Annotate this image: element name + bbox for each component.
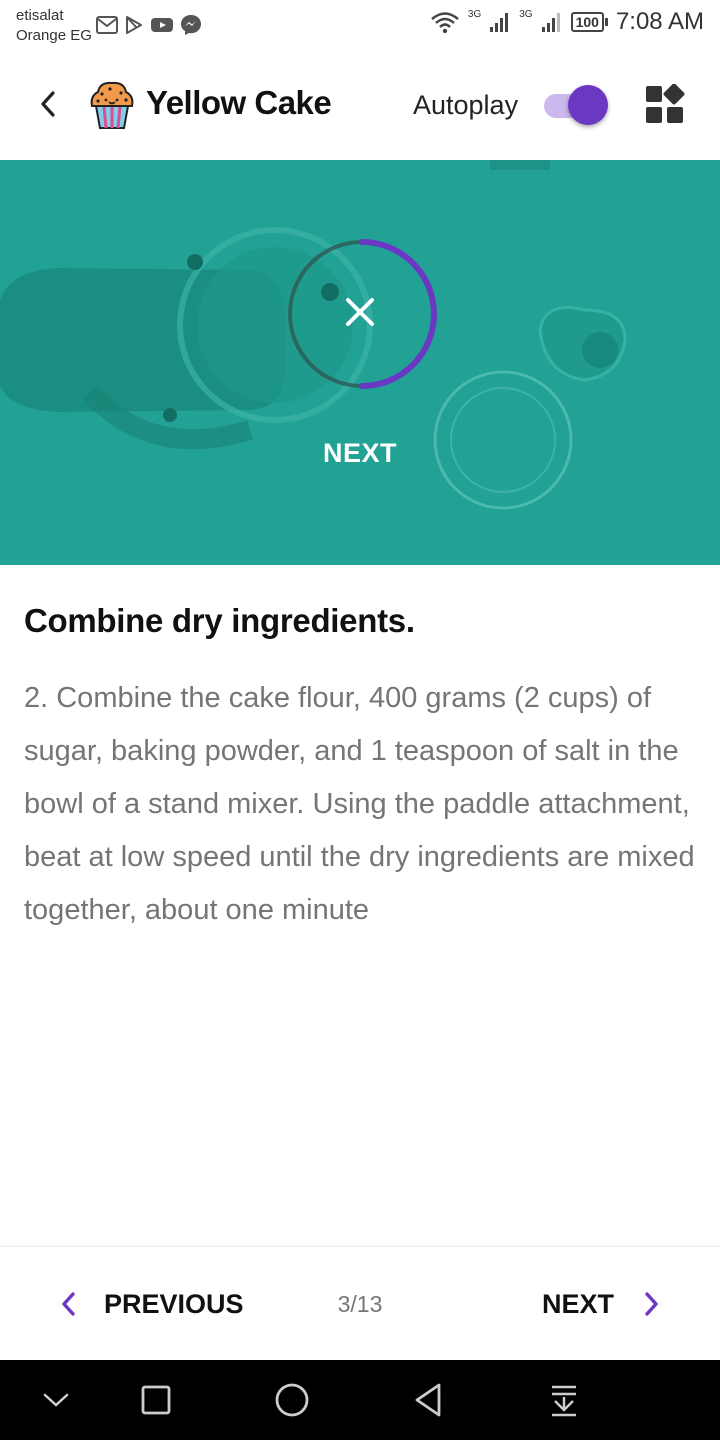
youtube-icon (151, 18, 173, 32)
cupcake-icon (90, 81, 134, 129)
chevron-down-icon[interactable] (36, 1380, 76, 1420)
hero-next-button[interactable]: NEXT (0, 438, 720, 469)
notification-pull-icon[interactable] (544, 1380, 584, 1420)
back-arrow-icon (41, 91, 55, 117)
signal-icon (490, 13, 509, 32)
carrier-name: etisalat Orange EG (16, 6, 92, 46)
network-type-2: 3G (519, 8, 533, 20)
battery-icon: 100 (570, 12, 608, 32)
system-navigation-bar (0, 1360, 720, 1440)
toggle-knob (568, 85, 608, 125)
messenger-icon (181, 15, 201, 35)
back-icon[interactable] (408, 1380, 448, 1420)
wifi-icon (431, 12, 459, 34)
chevron-right-icon (645, 1292, 658, 1316)
back-button[interactable] (28, 82, 68, 126)
cancel-autoplay-timer[interactable] (284, 236, 440, 392)
notification-icons (96, 14, 202, 36)
app-bar: Yellow Cake Autoplay (0, 52, 720, 160)
gmail-icon (96, 16, 118, 34)
next-label: NEXT (541, 1288, 614, 1319)
timer-progress-arc (359, 239, 437, 389)
page-title: Yellow Cake (146, 84, 332, 121)
step-title: Combine dry ingredients. (24, 602, 415, 639)
signal-icon (541, 13, 560, 32)
home-icon[interactable] (272, 1380, 312, 1420)
play-store-icon (126, 16, 142, 34)
next-button[interactable]: NEXT (542, 1277, 660, 1331)
autoplay-label: Autoplay (413, 90, 519, 120)
carrier-line-1: etisalat (16, 7, 64, 24)
grid-view-icon[interactable] (644, 84, 686, 126)
network-type-1: 3G (467, 8, 482, 20)
system-status: 3G 3G 100 7:08 AM (430, 8, 704, 36)
battery-level: 100 (570, 12, 604, 32)
step-video-area: NEXT (0, 160, 720, 565)
carrier-line-2: Orange EG (16, 27, 92, 44)
autoplay-toggle[interactable] (544, 84, 610, 126)
close-icon[interactable] (346, 298, 374, 326)
step-navigation: PREVIOUS 3/13 NEXT (0, 1246, 720, 1360)
clock: 7:08 AM (615, 8, 704, 35)
step-description: 2. Combine the cake flour, 400 grams (2 … (24, 682, 695, 926)
status-bar: etisalat Orange EG 3G 3G 100 7:08 AM (0, 0, 720, 52)
recents-icon[interactable] (136, 1380, 176, 1420)
